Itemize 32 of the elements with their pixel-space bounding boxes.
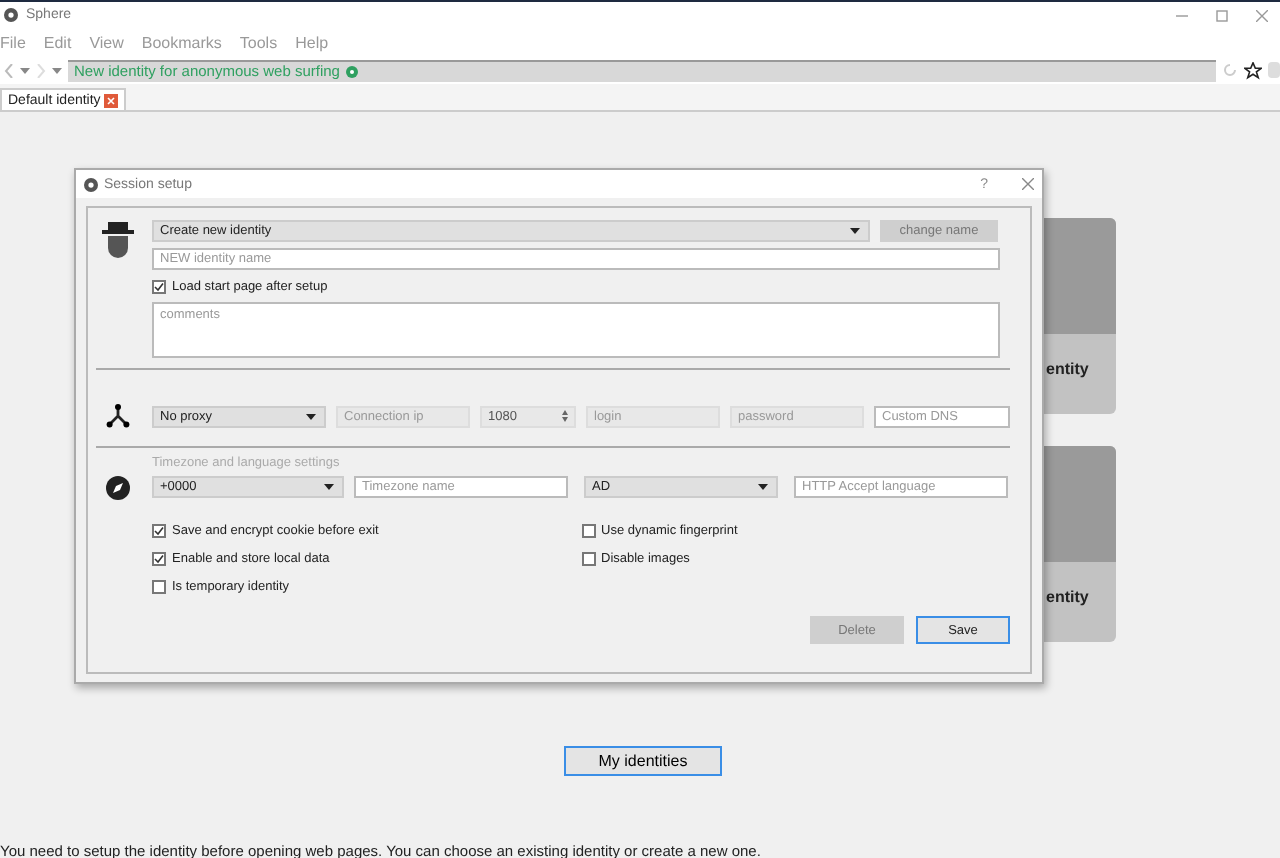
checkbox[interactable] — [581, 551, 595, 565]
compass-icon — [106, 476, 130, 500]
checkbox[interactable] — [581, 523, 595, 537]
caret-icon[interactable] — [52, 67, 62, 73]
minimize-icon[interactable] — [1176, 9, 1188, 21]
network-icon — [106, 404, 130, 428]
menu-item[interactable]: Edit — [43, 33, 72, 51]
menu-item[interactable]: Tools — [239, 33, 278, 51]
checkbox[interactable] — [152, 279, 166, 293]
card-label: entity — [1044, 586, 1091, 606]
menu-item[interactable]: Help — [295, 33, 329, 51]
caret-icon — [850, 228, 860, 234]
caret-icon — [306, 413, 316, 419]
caret-icon — [324, 484, 334, 490]
card-label: entity — [1044, 358, 1091, 378]
checkbox[interactable] — [152, 579, 166, 593]
menu-item[interactable]: File — [0, 33, 26, 51]
back-icon[interactable] — [4, 63, 14, 77]
caret-icon — [758, 484, 768, 490]
menu-item[interactable]: View — [89, 33, 124, 51]
hat-avatar-icon — [100, 220, 136, 260]
caret-icon[interactable] — [20, 67, 30, 73]
maximize-icon[interactable] — [1216, 9, 1228, 21]
checkbox[interactable] — [152, 551, 166, 565]
star-icon[interactable] — [1244, 61, 1262, 79]
checkbox[interactable] — [152, 523, 166, 537]
menu-item[interactable]: Bookmarks — [141, 33, 222, 51]
close-icon[interactable] — [1022, 178, 1034, 190]
status-icon — [345, 65, 358, 77]
my-identities-button[interactable]: My identities — [564, 746, 722, 776]
app-icon — [84, 177, 98, 191]
close-icon[interactable] — [1256, 9, 1268, 21]
